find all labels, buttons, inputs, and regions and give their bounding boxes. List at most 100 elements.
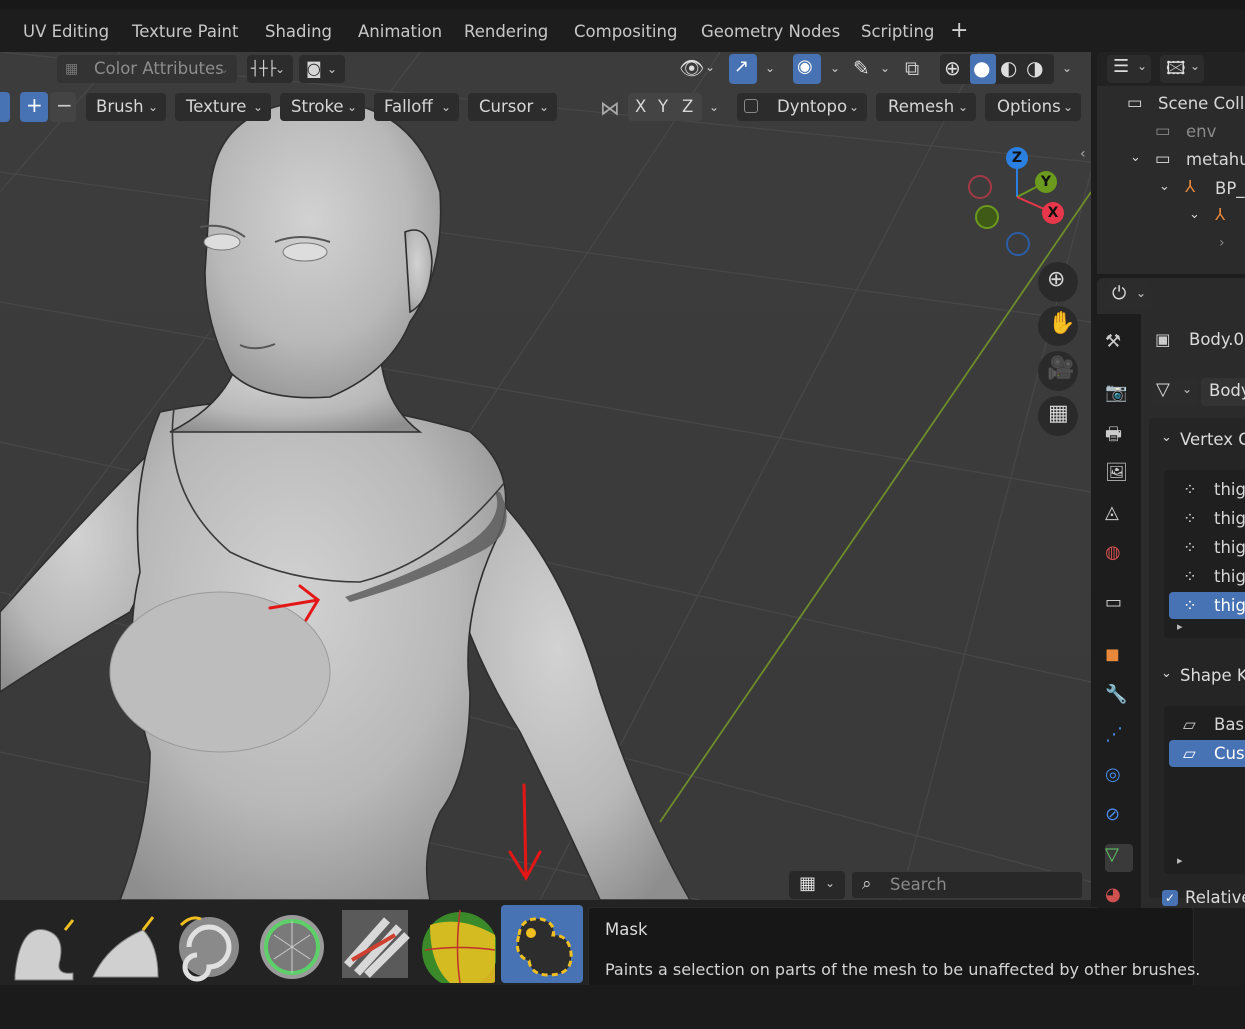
outliner-env[interactable]: env [1186, 122, 1216, 141]
tab-shading[interactable]: Shading [265, 22, 332, 41]
gizmo-y-axis[interactable]: Y [1035, 171, 1057, 193]
cursor-menu[interactable]: Cursor ⌄ [468, 93, 557, 121]
remesh-menu[interactable]: Remesh ⌄ [876, 93, 976, 121]
shape-keys-panel-header[interactable]: Shape K [1180, 666, 1245, 685]
symmetry-x-toggle[interactable]: X [635, 93, 646, 121]
tab-animation[interactable]: Animation [358, 22, 442, 41]
gizmo-toggle[interactable]: ↗ [729, 54, 757, 84]
mesh-name-field[interactable]: Body [1201, 378, 1245, 406]
expand-chevron-icon[interactable]: ⌄ [1189, 207, 1200, 222]
stroke-menu[interactable]: Stroke ⌄ [280, 93, 365, 121]
physics-tab[interactable]: ◎ [1105, 764, 1133, 792]
tool-clay-strips[interactable] [88, 905, 164, 983]
collection-tab[interactable]: ▭ [1105, 592, 1133, 620]
vertex-group-item[interactable]: ⁘ thigh [1169, 476, 1245, 503]
camera-view-button[interactable]: 🎥 [1038, 351, 1078, 391]
modifier-tab[interactable]: 🔧 [1105, 684, 1133, 712]
outliner-panel[interactable]: ☰ ⌄ 🖾 ⌄ ▭ Scene Colle ▭ env ⌄ ▭ metahu ⌄… [1097, 52, 1245, 274]
symmetry-dropdown-chevron[interactable]: ⌄ [709, 100, 719, 114]
add-workspace-button[interactable]: + [950, 18, 968, 43]
outliner-display-mode-button[interactable]: ☰ ⌄ [1107, 55, 1151, 83]
solid-shading-button[interactable]: ● [970, 54, 996, 84]
mesh-data-browse-button[interactable]: ▽ ⌄ [1152, 378, 1198, 406]
symmetry-y-toggle[interactable]: Y [658, 93, 668, 121]
zoom-button[interactable]: ⊕ [1038, 262, 1078, 302]
options-menu[interactable]: Options ⌄ [985, 93, 1081, 121]
vertex-group-item[interactable]: ⁘ thigh [1169, 534, 1245, 561]
world-tab[interactable]: ◍ [1105, 542, 1133, 570]
particles-tab[interactable]: ⋰ [1105, 724, 1133, 752]
list-resize-handle[interactable]: ▸ [1177, 620, 1183, 633]
overlays-dropdown-chevron[interactable]: ⌄ [830, 61, 840, 75]
relative-checkbox[interactable]: ✓ [1162, 890, 1178, 906]
tab-compositing[interactable]: Compositing [574, 22, 677, 41]
tool-smooth[interactable] [337, 905, 413, 983]
expand-chevron-icon[interactable]: ⌄ [1130, 150, 1141, 165]
wireframe-shading-icon[interactable]: ⊕ [944, 56, 961, 80]
vertex-group-item[interactable]: ⁘ thigh [1169, 505, 1245, 532]
view-layer-tab[interactable]: 🖼 [1105, 462, 1133, 490]
material-shading-icon[interactable]: ◐ [1000, 56, 1017, 80]
expand-arrow-icon[interactable]: › [1219, 235, 1225, 251]
asset-shelf-search-input[interactable]: ⌕ Search [851, 871, 1083, 899]
outliner-metahuman[interactable]: metahu [1186, 150, 1245, 169]
pan-button[interactable]: ✋ [1038, 306, 1078, 346]
expand-chevron-icon[interactable]: ⌄ [1159, 179, 1170, 194]
subtract-direction-button[interactable]: − [50, 92, 76, 122]
tab-uv-editing[interactable]: UV Editing [23, 22, 109, 41]
tool-mask[interactable] [501, 905, 583, 983]
tab-texture-paint[interactable]: Texture Paint [132, 22, 238, 41]
tab-geometry-nodes[interactable]: Geometry Nodes [701, 22, 840, 41]
dyntopo-checkbox[interactable] [744, 99, 758, 113]
gizmo-dropdown-chevron[interactable]: ⌄ [765, 61, 775, 75]
outliner-filter-button[interactable]: 🖾 ⌄ [1160, 55, 1204, 83]
tab-rendering[interactable]: Rendering [464, 22, 548, 41]
overlays-toggle[interactable]: ◉ [793, 54, 821, 84]
properties-editor[interactable]: ⏻ ⌄ ⚒ 📷 🖶 🖼 ◬ ◍ ▭ ◼ 🔧 ⋰ ◎ ⊘ ▽ ◕ ▣ Body.0… [1097, 278, 1245, 908]
add-direction-button[interactable]: + [20, 92, 48, 122]
vertex-group-item-selected[interactable]: ⁘ thigh [1169, 592, 1245, 619]
eyedropper-icon[interactable]: ✎ [853, 56, 870, 80]
texture-menu[interactable]: Texture ⌄ [175, 93, 271, 121]
object-tab[interactable]: ◼ [1105, 644, 1133, 672]
xray-icon[interactable]: ⧉ [905, 56, 919, 80]
collapse-sidebar-arrow[interactable]: ‹ [1080, 146, 1086, 162]
asset-shelf-display-button[interactable]: ▦ ⌄ [789, 871, 845, 899]
eyedropper-dropdown-chevron[interactable]: ⌄ [880, 61, 890, 75]
shape-key-item[interactable]: ▱ Basi [1169, 711, 1245, 738]
3d-viewport[interactable]: ▦ Color Attributes ⌄ ┤┼├ ⌄ ◙ ⌄ 👁 ⌄ ↗ ⌄ ◉… [0, 52, 1091, 900]
tool-settings-tab[interactable]: ⚒ [1105, 331, 1133, 359]
gizmo-neg-y-axis[interactable] [975, 205, 999, 229]
mesh-data-tab[interactable]: ▽ [1105, 844, 1133, 872]
output-tab[interactable]: 🖶 [1105, 422, 1133, 450]
tool-twist[interactable] [171, 905, 247, 983]
tool-face-sets[interactable] [254, 905, 330, 983]
render-tab[interactable]: 📷 [1105, 382, 1133, 410]
brush-menu[interactable]: Brush ⌄ [86, 93, 166, 121]
shape-key-item-selected[interactable]: ▱ Cus [1169, 740, 1245, 767]
shading-dropdown-chevron[interactable]: ⌄ [1062, 61, 1072, 75]
color-attributes-dropdown[interactable]: ▦ Color Attributes ⌄ [57, 55, 237, 83]
scene-tab[interactable]: ◬ [1105, 502, 1133, 530]
vertex-group-item[interactable]: ⁘ thigh [1169, 563, 1245, 590]
outliner-bp[interactable]: BP_ [1215, 179, 1245, 198]
rendered-shading-icon[interactable]: ◑ [1026, 56, 1043, 80]
gizmo-neg-x-axis[interactable] [968, 175, 992, 199]
perspective-toggle-button[interactable]: ▦ [1038, 396, 1078, 436]
gizmo-neg-z-axis[interactable] [1006, 232, 1030, 256]
gizmo-x-axis[interactable]: X [1042, 202, 1064, 224]
chevron-down-icon[interactable]: ⌄ [1161, 666, 1172, 681]
tool-grab-masked[interactable] [420, 905, 496, 983]
gizmo-z-axis[interactable]: Z [1006, 147, 1028, 169]
outliner-scene-collection[interactable]: Scene Colle [1158, 94, 1245, 113]
tab-scripting[interactable]: Scripting [861, 22, 934, 41]
constraints-tab[interactable]: ⊘ [1105, 804, 1133, 832]
editor-type-button[interactable]: ⏻ ⌄ [1105, 280, 1151, 310]
symmetry-z-toggle[interactable]: Z [682, 93, 693, 121]
brush-display-dropdown[interactable]: ◙ ⌄ [299, 55, 345, 83]
tool-draw[interactable] [5, 905, 81, 983]
dyntopo-menu[interactable]: Dyntopo ⌄ [737, 93, 867, 121]
visibility-dropdown[interactable]: 👁 ⌄ [675, 54, 719, 84]
chevron-down-icon[interactable]: ⌄ [1161, 430, 1172, 445]
falloff-shape-dropdown[interactable]: ┤┼├ ⌄ [247, 55, 293, 83]
